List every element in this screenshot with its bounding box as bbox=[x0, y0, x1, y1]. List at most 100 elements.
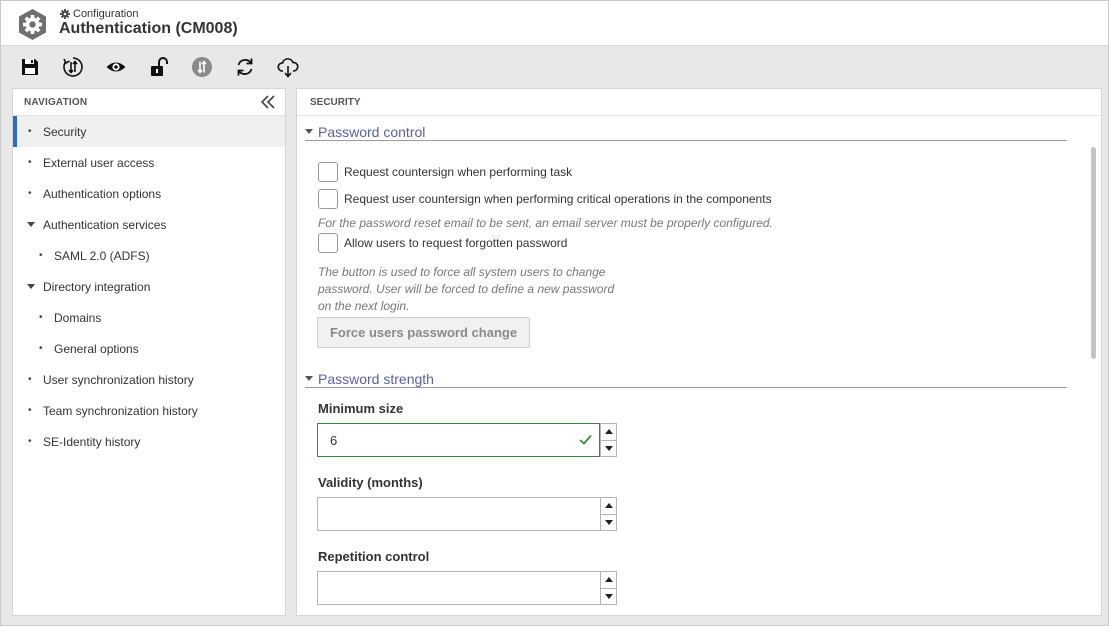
decrement-button[interactable] bbox=[601, 587, 616, 605]
save-icon bbox=[22, 59, 38, 75]
triangle-up-icon bbox=[604, 503, 613, 509]
sidebar-item-authentication-options[interactable]: • Authentication options bbox=[13, 178, 285, 209]
toolbar bbox=[1, 47, 1108, 87]
sidebar-item-label: Directory integration bbox=[43, 279, 151, 294]
bullet-icon: • bbox=[28, 405, 32, 416]
bullet-icon: • bbox=[28, 126, 32, 137]
triangle-up-icon bbox=[604, 577, 613, 583]
section-password-control[interactable]: Password control bbox=[305, 123, 1067, 141]
sidebar-item-external-user-access[interactable]: • External user access bbox=[13, 147, 285, 178]
gear-icon bbox=[60, 9, 70, 19]
minimum-size-field bbox=[317, 423, 617, 457]
forgotten-password-checkbox[interactable] bbox=[318, 233, 338, 253]
unlock-button[interactable] bbox=[146, 54, 172, 80]
bullet-icon: • bbox=[28, 188, 32, 199]
forgotten-password-row: Allow users to request forgotten passwor… bbox=[318, 233, 567, 253]
breadcrumb-label: Configuration bbox=[73, 8, 139, 20]
triangle-down-icon bbox=[604, 445, 613, 451]
decrement-button[interactable] bbox=[601, 439, 616, 457]
sidebar-item-label: External user access bbox=[43, 155, 155, 170]
sidebar-item-label: Team synchronization history bbox=[43, 403, 198, 418]
refresh-icon bbox=[237, 58, 253, 76]
repetition-control-input[interactable] bbox=[317, 571, 600, 605]
sidebar-item-label: Domains bbox=[54, 310, 102, 325]
bullet-icon: • bbox=[28, 374, 32, 385]
cloud-download-button[interactable] bbox=[275, 54, 301, 80]
countersign-task-checkbox[interactable] bbox=[318, 162, 338, 182]
minimum-size-label: Minimum size bbox=[318, 401, 404, 416]
countersign-critical-checkbox[interactable] bbox=[318, 189, 338, 209]
sidebar-item-directory-integration[interactable]: Directory integration bbox=[13, 271, 285, 302]
scrollbar-thumb[interactable] bbox=[1091, 147, 1096, 359]
force-change-hint-line: on the next login. bbox=[318, 299, 410, 313]
bullet-icon: • bbox=[39, 312, 43, 323]
page-header: Configuration Authentication (CM008) bbox=[1, 1, 1108, 46]
sidebar-item-label: SAML 2.0 (ADFS) bbox=[54, 248, 150, 263]
vertical-scrollbar[interactable] bbox=[1089, 117, 1097, 615]
sync-circle-icon bbox=[63, 57, 83, 77]
decrement-button[interactable] bbox=[601, 513, 616, 531]
force-change-hint-line: The button is used to force all system u… bbox=[318, 265, 606, 279]
sidebar-item-user-synchronization-history[interactable]: • User synchronization history bbox=[13, 364, 285, 395]
sync-button[interactable] bbox=[60, 54, 86, 80]
transfer-button[interactable] bbox=[189, 54, 215, 80]
sidebar-item-label: SE-Identity history bbox=[43, 434, 141, 449]
triangle-down-icon bbox=[604, 593, 613, 599]
repetition-control-field bbox=[317, 571, 617, 605]
sidebar-item-label: User synchronization history bbox=[43, 372, 194, 387]
sidebar-item-security[interactable]: • Security bbox=[13, 116, 285, 147]
save-button[interactable] bbox=[17, 54, 43, 80]
sidebar-item-se-identity-history[interactable]: • SE-Identity history bbox=[13, 426, 285, 457]
validity-spinner bbox=[600, 497, 617, 531]
unlock-icon bbox=[151, 57, 168, 76]
sidebar-item-saml-2-0-adfs[interactable]: • SAML 2.0 (ADFS) bbox=[13, 240, 285, 271]
section-password-strength[interactable]: Password strength bbox=[305, 370, 1067, 388]
countersign-critical-row: Request user countersign when performing… bbox=[318, 189, 772, 209]
validity-input[interactable] bbox=[317, 497, 600, 531]
navigation-heading-label: NAVIGATION bbox=[24, 96, 88, 108]
force-password-change-button[interactable]: Force users password change bbox=[317, 317, 530, 348]
force-change-hint-line: password. User will be forced to define … bbox=[318, 282, 615, 296]
security-heading-label: SECURITY bbox=[310, 96, 361, 108]
refresh-button[interactable] bbox=[232, 54, 258, 80]
countersign-critical-label: Request user countersign when performing… bbox=[344, 192, 772, 206]
caret-down-icon[interactable] bbox=[27, 283, 35, 290]
view-button[interactable] bbox=[103, 54, 129, 80]
repetition-control-label: Repetition control bbox=[318, 549, 430, 564]
section-password-strength-title: Password strength bbox=[318, 370, 434, 387]
navigation-panel: NAVIGATION • Security • External user acces… bbox=[12, 88, 286, 616]
sidebar-item-label: Authentication options bbox=[43, 186, 162, 201]
minimum-size-input[interactable] bbox=[317, 423, 600, 457]
validity-field bbox=[317, 497, 617, 531]
bullet-icon: • bbox=[39, 343, 43, 354]
bullet-icon: • bbox=[28, 436, 32, 447]
sidebar-item-general-options[interactable]: • General options bbox=[13, 333, 285, 364]
security-heading: SECURITY bbox=[297, 89, 1101, 116]
caret-down-icon[interactable] bbox=[27, 221, 35, 228]
sidebar-item-label: Security bbox=[43, 124, 87, 139]
page-title: Authentication (CM008) bbox=[59, 20, 238, 37]
collapse-double-chevron-icon[interactable] bbox=[259, 93, 277, 111]
countersign-task-label: Request countersign when performing task bbox=[344, 165, 573, 179]
security-panel: SECURITY Password control Request counte… bbox=[296, 88, 1102, 616]
sidebar-item-team-synchronization-history[interactable]: • Team synchronization history bbox=[13, 395, 285, 426]
increment-button[interactable] bbox=[601, 424, 616, 440]
sidebar-item-domains[interactable]: • Domains bbox=[13, 302, 285, 333]
forgotten-password-label: Allow users to request forgotten passwor… bbox=[344, 236, 568, 250]
bullet-icon: • bbox=[28, 157, 32, 168]
increment-button[interactable] bbox=[601, 498, 616, 514]
repetition-control-spinner bbox=[600, 571, 617, 605]
sidebar-item-label: General options bbox=[54, 341, 139, 356]
triangle-down-icon bbox=[604, 519, 613, 525]
navigation-heading: NAVIGATION bbox=[13, 89, 285, 116]
increment-button[interactable] bbox=[601, 572, 616, 588]
triangle-up-icon bbox=[604, 429, 613, 435]
bullet-icon: • bbox=[39, 250, 43, 261]
section-password-control-title: Password control bbox=[318, 123, 426, 140]
transfer-icon bbox=[192, 57, 212, 77]
navigation-list: • Security • External user access • Authentic… bbox=[13, 116, 285, 457]
sidebar-item-authentication-services[interactable]: Authentication services bbox=[13, 209, 285, 240]
app-window: Configuration Authentication (CM008) NAV… bbox=[0, 0, 1109, 626]
validity-label: Validity (months) bbox=[318, 475, 423, 490]
countersign-task-row: Request countersign when performing task bbox=[318, 162, 572, 182]
